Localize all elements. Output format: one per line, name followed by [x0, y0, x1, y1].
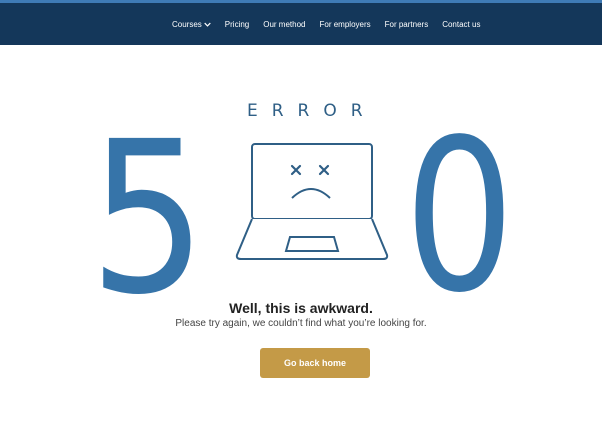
nav-item-label: Our method	[263, 19, 306, 29]
nav-item-label: For employers	[319, 19, 371, 29]
error-digit-right: 0	[404, 94, 515, 339]
nav-item-label: Contact us	[442, 19, 481, 29]
nav-item-label: Pricing	[224, 19, 250, 29]
nav-item-our-method[interactable]: Our method	[263, 20, 305, 29]
nav-item-for-employers[interactable]: For employers	[320, 20, 371, 29]
sad-laptop-icon	[235, 143, 389, 260]
error-digit-left: 5	[89, 96, 207, 341]
nav-item-contact-us[interactable]: Contact us	[442, 20, 480, 29]
go-back-home-button[interactable]: Go back home	[260, 348, 370, 378]
nav-item-for-partners[interactable]: For partners	[385, 20, 429, 29]
nav-item-courses[interactable]: Courses	[172, 20, 211, 29]
site-header: Courses Pricing Our method For employers…	[0, 0, 602, 45]
nav-item-pricing[interactable]: Pricing	[225, 20, 249, 29]
nav-item-label: For partners	[384, 19, 429, 29]
error-label: ERROR	[247, 101, 377, 121]
error-headline: Well, this is awkward.	[229, 300, 373, 316]
main-nav: Courses Pricing Our method For employers…	[172, 3, 480, 45]
nav-item-label: Courses	[172, 19, 202, 29]
error-description: Please try again, we couldn’t find what …	[175, 318, 427, 329]
chevron-down-icon	[204, 22, 211, 27]
